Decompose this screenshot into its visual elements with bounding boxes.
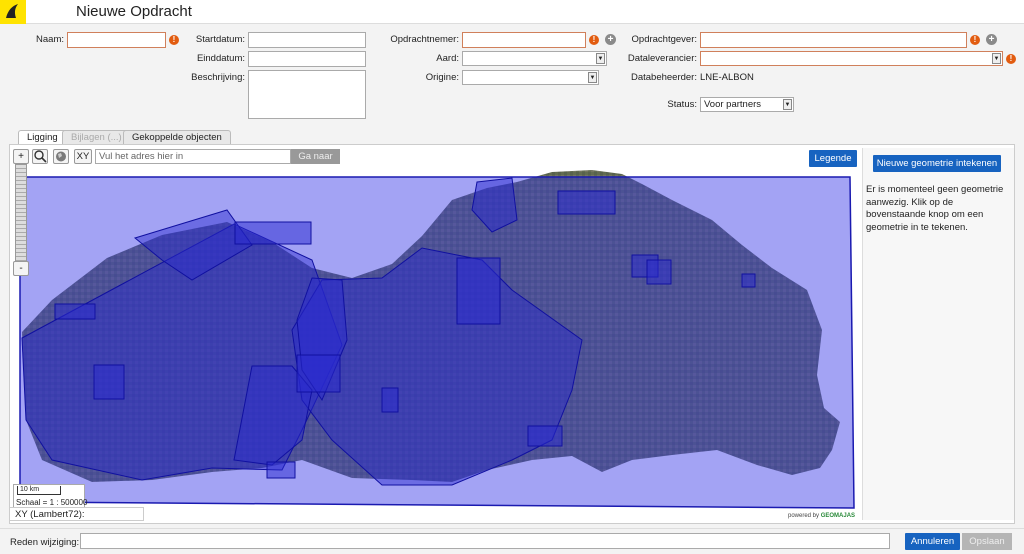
address-search-input[interactable]: Vul het adres hier in — [95, 149, 291, 164]
aard-select[interactable]: ▼ — [462, 51, 607, 66]
top-bar: Nieuwe Opdracht — [0, 0, 1024, 24]
add-opdrachtgever-icon[interactable]: + — [986, 34, 997, 45]
new-geometry-button[interactable]: Nieuwe geometrie intekenen — [873, 155, 1001, 172]
page-title: Nieuwe Opdracht — [76, 3, 192, 20]
tab-bijlagen: Bijlagen (...) — [62, 130, 131, 144]
cancel-button[interactable]: Annuleren — [905, 533, 960, 550]
databeheerder-label: Databeheerder: — [630, 72, 697, 83]
origine-label: Origine: — [425, 72, 459, 83]
geomajas-logo: GEOMAJAS — [820, 513, 856, 519]
opdrachtgever-required-icon: ! — [970, 35, 980, 45]
opdrachtnemer-label: Opdrachtnemer: — [390, 34, 459, 45]
chevron-down-icon: ▼ — [992, 53, 1001, 64]
overlay-rect — [266, 461, 296, 479]
scale-box: 10 km Schaal = 1 : 500000 — [13, 484, 88, 508]
opdrachtgever-label: Opdrachtgever: — [631, 34, 697, 45]
coords-readout: XY (Lambert72): — [9, 507, 144, 521]
opdrachtgever-input[interactable] — [700, 32, 967, 48]
map-canvas[interactable] — [12, 160, 857, 522]
logo-icon — [0, 0, 26, 24]
chevron-down-icon: ▼ — [596, 53, 605, 64]
aard-label: Aard: — [436, 53, 459, 64]
scale-text: Schaal = 1 : 500000 — [16, 498, 88, 507]
einddatum-label: Einddatum: — [196, 53, 245, 64]
globe-icon[interactable] — [53, 149, 69, 164]
dataleverancier-select[interactable]: ▼ — [700, 51, 1003, 66]
overlay-rect — [54, 303, 96, 320]
databeheerder-value: LNE-ALBON — [700, 72, 754, 83]
status-select[interactable]: Voor partners ▼ — [700, 97, 794, 112]
no-geometry-message: Er is momenteel geen geometrie aanwezig.… — [866, 184, 1004, 233]
overlay-rect — [646, 259, 672, 285]
opdrachtnemer-required-icon: ! — [589, 35, 599, 45]
zoom-out-button[interactable]: - — [13, 261, 29, 276]
naam-input[interactable] — [67, 32, 166, 48]
reason-input[interactable] — [80, 533, 890, 549]
einddatum-input[interactable] — [248, 51, 366, 67]
beschrijving-textarea[interactable] — [248, 70, 366, 119]
overlay-rect — [93, 364, 125, 400]
tab-gekoppelde-objecten[interactable]: Gekoppelde objecten — [123, 130, 231, 144]
reason-label: Reden wijziging: — [10, 537, 80, 548]
powered-by: powered by GEOMAJAS — [788, 512, 858, 521]
origine-select[interactable]: ▼ — [462, 70, 599, 85]
beschrijving-label: Beschrijving: — [191, 72, 245, 83]
tab-ligging[interactable]: Ligging — [18, 130, 67, 145]
status-value: Voor partners — [704, 99, 762, 110]
chevron-down-icon: ▼ — [783, 99, 792, 110]
opdrachtnemer-input[interactable] — [462, 32, 586, 48]
startdatum-input[interactable] — [248, 32, 366, 48]
status-label: Status: — [667, 99, 697, 110]
overlay-rect — [456, 257, 501, 325]
dataleverancier-label: Dataleverancier: — [627, 53, 697, 64]
dataleverancier-required-icon: ! — [1006, 54, 1016, 64]
scale-bar: 10 km — [17, 486, 61, 495]
overlay-rect — [557, 190, 616, 215]
overlay-rect — [381, 387, 399, 413]
overlay-rect — [527, 425, 563, 447]
legend-button[interactable]: Legende — [809, 150, 857, 167]
xy-button[interactable]: XY — [74, 149, 92, 164]
zoom-rectangle-icon[interactable] — [32, 149, 48, 164]
startdatum-label: Startdatum: — [195, 34, 245, 45]
zoom-in-button[interactable]: + — [13, 149, 29, 164]
zoom-slider[interactable] — [15, 164, 27, 262]
go-to-button[interactable]: Ga naar — [291, 149, 340, 164]
map-layer — [19, 170, 855, 509]
overlay-rect — [741, 273, 756, 288]
powered-by-text: powered by — [788, 513, 820, 519]
save-button: Opslaan — [962, 533, 1012, 550]
overlay-rect — [234, 221, 312, 245]
overlay-rect — [296, 354, 341, 393]
naam-label: Naam: — [36, 34, 64, 45]
chevron-down-icon: ▼ — [588, 72, 597, 83]
